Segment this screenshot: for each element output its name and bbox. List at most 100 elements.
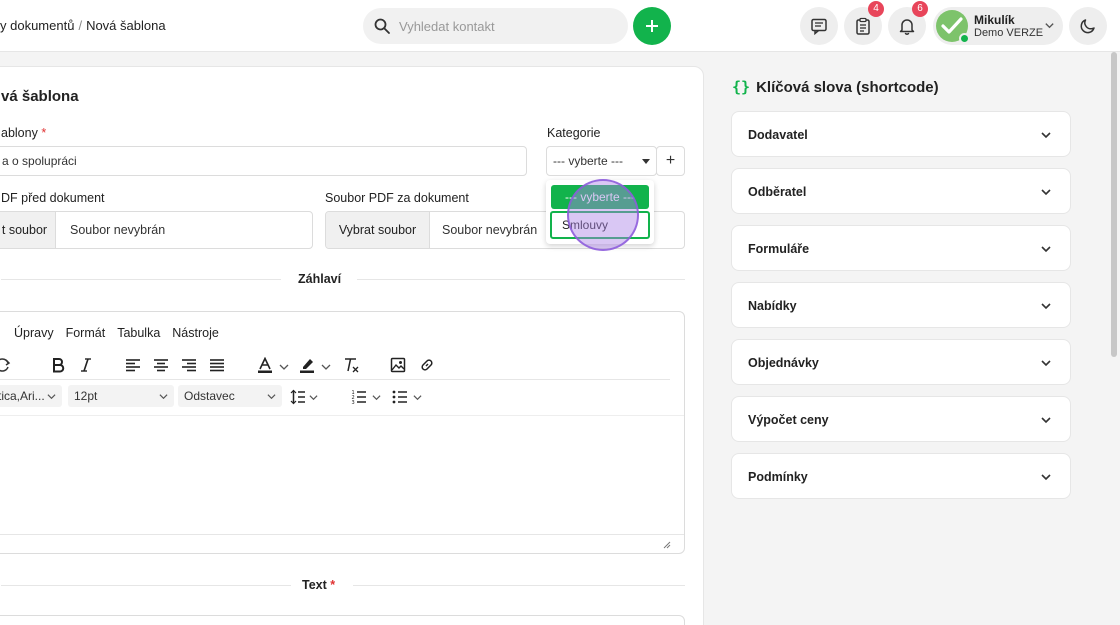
chevron-down-icon[interactable] (279, 362, 289, 372)
add-category-button[interactable]: + (656, 146, 685, 176)
divider (353, 585, 685, 586)
menu-item-tools[interactable]: Nástroje (172, 326, 219, 340)
pdf-before-label: DF před dokument (1, 191, 105, 205)
accordion-label: Formuláře (748, 242, 810, 256)
chevron-down-icon[interactable] (372, 393, 381, 402)
align-center-icon[interactable] (153, 357, 169, 373)
plus-icon (646, 20, 658, 32)
font-size-value: 12pt (74, 389, 98, 403)
chevron-down-icon (1045, 23, 1054, 29)
shortcodes-title-text: Klíčová slova (shortcode) (756, 79, 939, 96)
accordion-objednavky[interactable]: Objednávky (731, 339, 1071, 385)
bold-icon[interactable] (50, 357, 66, 373)
link-icon[interactable] (419, 357, 435, 373)
accordion-dodavatel[interactable]: Dodavatel (731, 111, 1071, 157)
line-height-icon[interactable] (290, 389, 306, 405)
category-select[interactable]: --- vyberte --- (546, 146, 657, 176)
highlight-color-icon[interactable] (299, 357, 315, 373)
chevron-down-icon[interactable] (309, 393, 318, 402)
align-right-icon[interactable] (181, 357, 197, 373)
accordion-vypocet-ceny[interactable]: Výpočet ceny (731, 396, 1071, 442)
accordion-podminky[interactable]: Podmínky (731, 453, 1071, 499)
chevron-down-icon (1041, 474, 1051, 481)
accordion-nabidky[interactable]: Nabídky (731, 282, 1071, 328)
italic-icon[interactable] (78, 357, 94, 373)
add-button[interactable] (633, 7, 671, 45)
chevron-down-icon (1041, 417, 1051, 424)
font-family-value: tica,Ari... (0, 389, 45, 403)
shortcodes-title: {} Klíčová slova (shortcode) (732, 78, 939, 96)
page-scrollbar[interactable] (1111, 52, 1117, 357)
chevron-down-icon (1041, 360, 1051, 367)
template-name-label: ablony * (1, 126, 47, 140)
caret-down-icon (642, 159, 650, 164)
online-status-dot (959, 33, 970, 44)
notifications-button[interactable]: 6 (888, 1, 928, 45)
menu-item-edit[interactable]: Úpravy (14, 326, 54, 340)
user-menu[interactable]: Mikulík Demo VERZE (933, 7, 1063, 45)
block-format-value: Odstavec (184, 389, 235, 403)
dropdown-option-smlouvy[interactable]: Smlouvy (550, 211, 650, 239)
curly-braces-icon: {} (732, 78, 751, 96)
contact-search[interactable] (363, 8, 628, 44)
block-format-select[interactable]: Odstavec (178, 385, 282, 407)
user-company: Demo VERZE (974, 27, 1044, 39)
pdf-after-file-name: Soubor nevybrán (442, 223, 538, 237)
category-label: Kategorie (547, 126, 601, 140)
header-rich-text-editor[interactable]: Úpravy Formát Tabulka Nástroje tica,Ari... … (0, 311, 685, 554)
accordion-label: Dodavatel (748, 128, 808, 142)
clipboard-icon (856, 17, 870, 35)
chevron-down-icon (1041, 303, 1051, 310)
bullet-list-icon[interactable] (392, 389, 408, 405)
editor-content-area[interactable] (0, 416, 684, 534)
dropdown-option-none[interactable]: --- vyberte --- (551, 185, 649, 209)
check-icon (941, 17, 963, 34)
menu-item-table[interactable]: Tabulka (117, 326, 160, 340)
messages-button[interactable] (800, 7, 838, 45)
clear-formatting-icon[interactable] (343, 357, 359, 373)
breadcrumb-separator: / (78, 18, 83, 33)
font-family-select[interactable]: tica,Ari... (0, 385, 62, 407)
accordion-label: Objednávky (748, 356, 819, 370)
text-color-icon[interactable] (257, 357, 273, 373)
breadcrumb: y dokumentů / Nová šablona (0, 18, 166, 33)
category-select-value: --- vyberte --- (553, 154, 623, 168)
accordion-label: Výpočet ceny (748, 413, 829, 427)
breadcrumb-parent[interactable]: y dokumentů (0, 18, 74, 33)
text-rich-text-editor[interactable] (0, 615, 685, 625)
notifications-badge: 6 (912, 1, 928, 17)
chevron-down-icon[interactable] (321, 362, 331, 372)
tasks-button[interactable]: 4 (844, 1, 884, 45)
redo-icon[interactable] (0, 357, 12, 373)
align-justify-icon[interactable] (209, 357, 225, 373)
theme-toggle-button[interactable] (1069, 7, 1107, 45)
divider (1, 585, 291, 586)
header-section-title: Záhlaví (298, 272, 342, 286)
pdf-before-choose-button[interactable]: t soubor (0, 212, 56, 248)
top-bar: y dokumentů /Nová šablona 4 6 Mikulík Dem… (0, 0, 1120, 52)
text-section-title: Text * (302, 578, 336, 592)
chevron-down-icon (267, 394, 276, 400)
page-title: vá šablona (1, 88, 79, 105)
pdf-after-choose-button[interactable]: Vybrat soubor (326, 212, 430, 248)
image-icon[interactable] (390, 357, 406, 373)
font-size-select[interactable]: 12pt (68, 385, 174, 407)
chevron-down-icon (47, 394, 56, 400)
align-left-icon[interactable] (125, 357, 141, 373)
numbered-list-icon[interactable]: 123 (351, 389, 367, 405)
menu-item-format[interactable]: Formát (66, 326, 106, 340)
user-name: Mikulík (974, 13, 1015, 27)
search-input[interactable] (399, 8, 619, 44)
avatar (936, 10, 970, 44)
chevron-down-icon[interactable] (413, 393, 422, 402)
accordion-formulare[interactable]: Formuláře (731, 225, 1071, 271)
pdf-before-file-name: Soubor nevybrán (70, 223, 166, 237)
pdf-before-file-input[interactable]: t soubor Soubor nevybrán (0, 211, 313, 249)
chevron-down-icon (159, 394, 168, 400)
template-form-card: vá šablona ablony * a o spolupráci Kateg… (0, 66, 704, 625)
accordion-odberatel[interactable]: Odběratel (731, 168, 1071, 214)
resize-handle-icon[interactable] (663, 541, 671, 549)
chevron-down-icon (1041, 189, 1051, 196)
template-name-input[interactable]: a o spolupráci (0, 146, 527, 176)
tasks-badge: 4 (868, 1, 884, 17)
